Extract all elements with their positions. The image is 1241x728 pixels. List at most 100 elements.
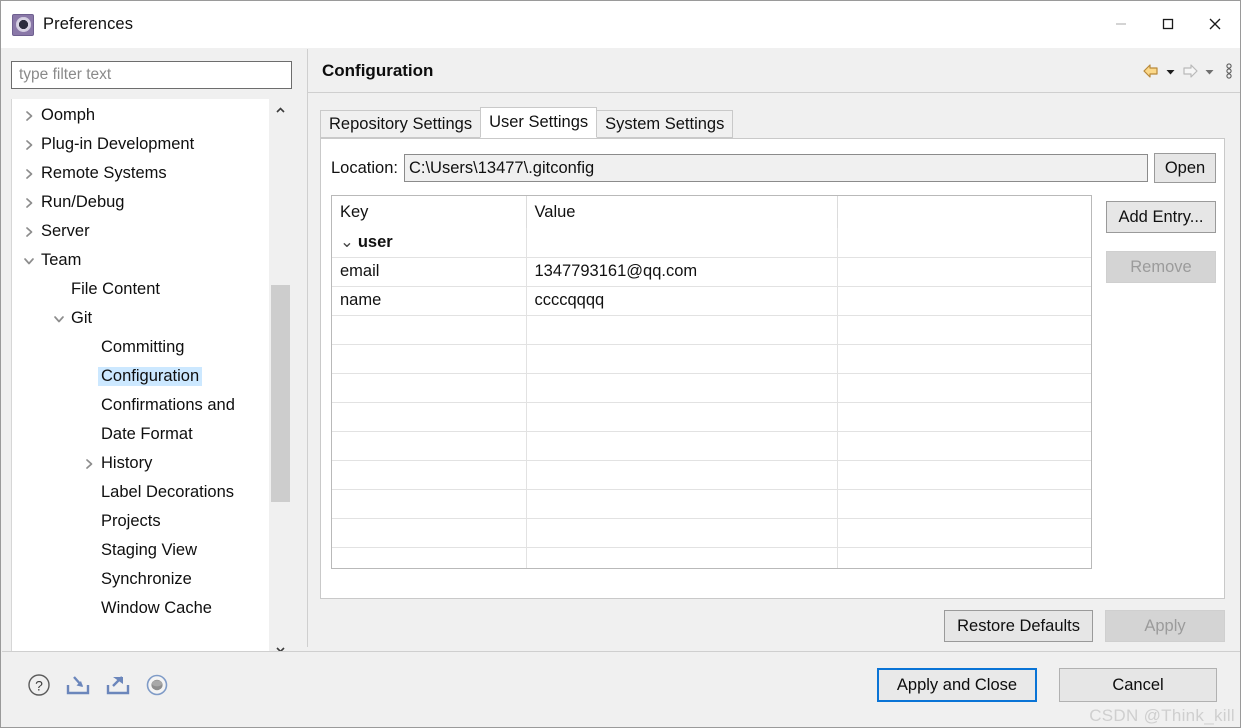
cancel-button[interactable]: Cancel (1059, 668, 1217, 702)
empty-cell (332, 344, 527, 374)
sidebar-item-synchronize[interactable]: Synchronize (12, 565, 270, 594)
table-empty-row[interactable] (332, 344, 1091, 374)
table-row[interactable]: email 1347793161@qq.com (332, 257, 1091, 287)
column-header-blank[interactable] (837, 196, 1091, 228)
filter-input[interactable] (11, 61, 292, 89)
empty-cell (332, 373, 527, 403)
empty-cell (526, 489, 838, 519)
sidebar-item-label: Git (71, 309, 93, 327)
key-cell: name (332, 286, 527, 316)
sidebar-item-projects[interactable]: Projects (12, 507, 270, 536)
group-key-cell: ⌄ user (332, 228, 527, 258)
export-preferences-icon[interactable] (104, 672, 132, 703)
minimize-icon[interactable] (1097, 1, 1144, 47)
sidebar-item-history[interactable]: History (12, 449, 270, 478)
oomph-recorder-icon[interactable] (144, 672, 170, 703)
table-empty-row[interactable] (332, 460, 1091, 490)
sidebar-item-date-format[interactable]: Date Format (12, 420, 270, 449)
empty-cell (837, 431, 1091, 461)
sidebar-item-configuration[interactable]: Configuration (12, 362, 270, 391)
sidebar-item-oomph[interactable]: Oomph (12, 101, 270, 130)
sidebar-item-label: Staging View (101, 541, 198, 559)
empty-cell (526, 431, 838, 461)
value-cell: 1347793161@qq.com (526, 257, 838, 287)
column-header-key[interactable]: Key (332, 196, 527, 228)
table-side-buttons: Add Entry... Remove (1106, 195, 1216, 283)
tab-system-settings[interactable]: System Settings (596, 110, 734, 138)
open-button[interactable]: Open (1154, 153, 1216, 183)
sidebar-item-file-content[interactable]: File Content (12, 275, 270, 304)
chevron-right-icon[interactable] (20, 196, 38, 210)
sidebar-item-label: History (101, 454, 153, 472)
sidebar-item-label: Server (41, 222, 90, 240)
sidebar-item-label: Plug-in Development (41, 135, 195, 153)
page-footer: Restore Defaults Apply (308, 605, 1240, 647)
empty-cell (526, 402, 838, 432)
empty-cell (837, 402, 1091, 432)
preference-tree[interactable]: Oomph Plug-in Development Remote Systems Ru… (12, 99, 270, 661)
chevron-right-icon[interactable] (20, 138, 38, 152)
scroll-up-icon[interactable] (269, 99, 292, 122)
apply-button: Apply (1105, 610, 1225, 642)
tree-vertical-scrollbar[interactable] (269, 99, 292, 661)
page-title: Configuration (322, 60, 434, 80)
table-empty-row[interactable] (332, 431, 1091, 461)
table-empty-row[interactable] (332, 402, 1091, 432)
sidebar-item-server[interactable]: Server (12, 217, 270, 246)
chevron-right-icon[interactable] (20, 167, 38, 181)
sidebar-item-label-decorations[interactable]: Label Decorations (12, 478, 270, 507)
dialog-button-bar: ? Apply and Close Cancel CSDN @Think_kil… (2, 651, 1240, 727)
help-icon[interactable]: ? (26, 672, 52, 703)
tree-vertical-scroll-thumb[interactable] (271, 285, 290, 502)
empty-cell (332, 315, 527, 345)
empty-cell (332, 547, 527, 568)
import-preferences-icon[interactable] (64, 672, 92, 703)
empty-cell (837, 315, 1091, 345)
table-empty-row[interactable] (332, 547, 1091, 568)
chevron-right-icon[interactable] (20, 225, 38, 239)
sidebar-item-window-cache[interactable]: Window Cache (12, 594, 270, 623)
tab-user-settings[interactable]: User Settings (480, 107, 598, 138)
sidebar-item-staging-view[interactable]: Staging View (12, 536, 270, 565)
sidebar-item-label: Configuration (98, 367, 203, 386)
empty-cell (526, 460, 838, 490)
sidebar-item-run-debug[interactable]: Run/Debug (12, 188, 270, 217)
table-group-row[interactable]: ⌄ user (332, 228, 1091, 258)
sidebar-item-git[interactable]: Git (12, 304, 270, 333)
sidebar-item-confirmations-and[interactable]: Confirmations and (12, 391, 270, 420)
maximize-icon[interactable] (1144, 1, 1191, 47)
watermark: CSDN @Think_kill (1089, 706, 1235, 725)
back-dropdown-icon[interactable] (1164, 65, 1177, 78)
chevron-down-icon[interactable] (50, 312, 68, 326)
column-header-value[interactable]: Value (526, 196, 838, 228)
empty-cell (837, 460, 1091, 490)
remove-button: Remove (1106, 251, 1216, 283)
view-menu-icon[interactable] (1225, 61, 1233, 81)
close-icon[interactable] (1191, 1, 1238, 47)
sidebar-item-team[interactable]: Team (12, 246, 270, 275)
sidebar-item-committing[interactable]: Committing (12, 333, 270, 362)
apply-and-close-button[interactable]: Apply and Close (877, 668, 1037, 702)
forward-dropdown-icon[interactable] (1203, 65, 1216, 78)
table-empty-row[interactable] (332, 315, 1091, 345)
chevron-down-icon[interactable]: ⌄ (340, 233, 354, 251)
table-empty-row[interactable] (332, 518, 1091, 548)
chevron-right-icon[interactable] (80, 457, 98, 471)
sidebar-item-plug-in-development[interactable]: Plug-in Development (12, 130, 270, 159)
sidebar-item-remote-systems[interactable]: Remote Systems (12, 159, 270, 188)
empty-cell (332, 518, 527, 548)
table-empty-row[interactable] (332, 373, 1091, 403)
chevron-down-icon[interactable] (20, 254, 38, 268)
group-key-label: user (357, 233, 393, 252)
add-entry-button[interactable]: Add Entry... (1106, 201, 1216, 233)
back-arrow-icon[interactable] (1141, 62, 1161, 80)
table-empty-row[interactable] (332, 489, 1091, 519)
configuration-table[interactable]: Key Value ⌄ user email 1347793161@qq.com name… (331, 195, 1092, 569)
dialog-icon-group: ? (26, 672, 170, 703)
location-input[interactable] (403, 154, 1148, 182)
tab-repository-settings[interactable]: Repository Settings (320, 110, 482, 138)
empty-cell (332, 431, 527, 461)
chevron-right-icon[interactable] (20, 109, 38, 123)
table-row[interactable]: name ccccqqqq (332, 286, 1091, 316)
restore-defaults-button[interactable]: Restore Defaults (944, 610, 1093, 642)
